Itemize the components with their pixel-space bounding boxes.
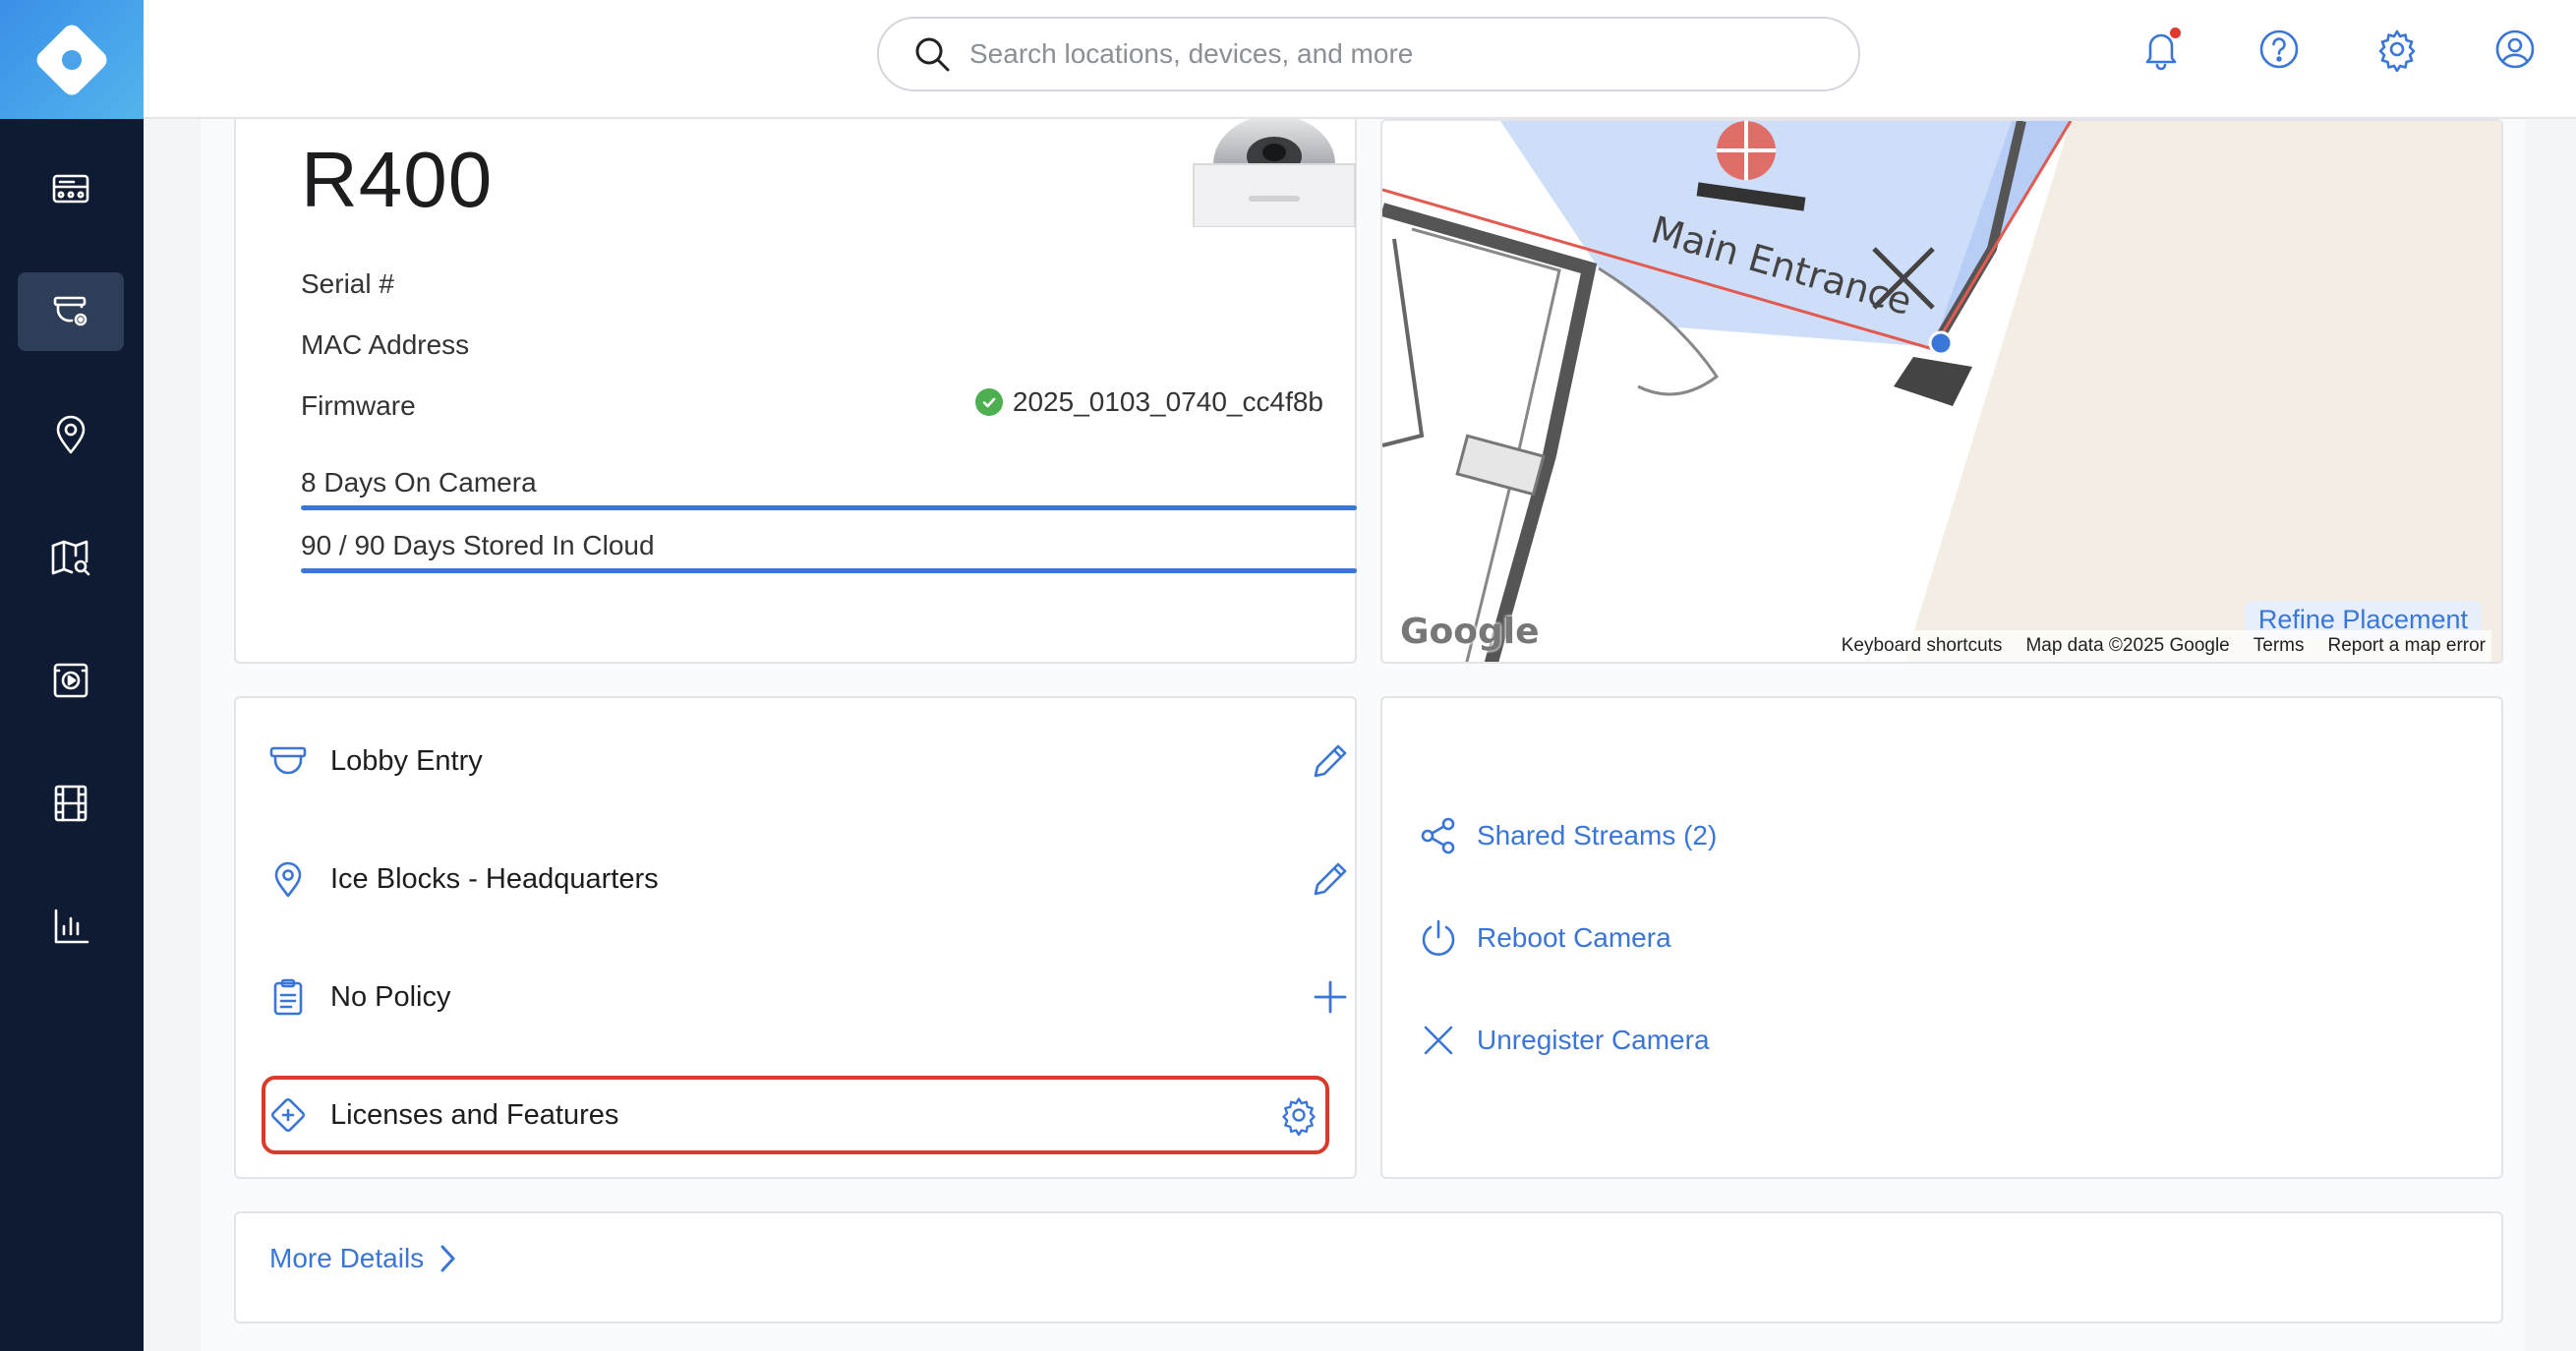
help-icon: [2259, 29, 2299, 69]
camera-policy-row: No Policy: [265, 958, 1357, 1036]
firmware-value: 2025_0103_0740_cc4f8b: [974, 386, 1323, 418]
share-icon: [1416, 813, 1461, 858]
terms-link[interactable]: Terms: [2254, 635, 2305, 657]
serial-label: Serial #: [301, 268, 394, 299]
storage-cloud-bar: [301, 568, 1357, 573]
nav-maps[interactable]: [18, 518, 124, 597]
camera-product-image: [1193, 119, 1356, 227]
storage-on-camera-fill: [301, 505, 1357, 510]
camera-dome-icon: [265, 738, 311, 784]
check-circle-icon: [974, 388, 1003, 416]
shared-streams-label: Shared Streams (2): [1477, 820, 1718, 851]
mac-label: MAC Address: [301, 329, 470, 360]
storage-on-camera-label: 8 Days On Camera: [301, 467, 537, 498]
camera-map[interactable]: Main Entrance Google Refine Placement Ke…: [1380, 119, 2503, 664]
storage-on-camera-bar: [301, 505, 1357, 510]
more-details-card: More Details: [234, 1211, 2503, 1323]
search-input[interactable]: [969, 38, 1815, 70]
location-pin-icon: [56, 415, 86, 454]
logo-icon: [36, 25, 107, 94]
camera-policy: No Policy: [330, 980, 451, 1013]
sidebar: [0, 0, 144, 1351]
map-footer: Keyboard shortcuts Map data ©2025 Google…: [1835, 630, 2491, 662]
dashboard-icon: [52, 174, 89, 204]
reboot-camera-action[interactable]: Reboot Camera: [1416, 909, 1671, 968]
top-bar: [144, 0, 2576, 119]
gear-icon: [1282, 1097, 1316, 1136]
keyboard-shortcuts-link[interactable]: Keyboard shortcuts: [1842, 635, 2003, 657]
licenses-features-row[interactable]: Licenses and Features: [262, 1076, 1329, 1154]
unregister-camera-action[interactable]: Unregister Camera: [1416, 1011, 1710, 1070]
google-logo: Google: [1400, 612, 1540, 652]
camera-location-row: Ice Blocks - Headquarters: [265, 840, 1357, 918]
camera-model: R400: [301, 136, 494, 223]
edit-camera-location-button[interactable]: [1308, 856, 1353, 902]
nav-cameras[interactable]: [18, 272, 124, 351]
pencil-icon: [1314, 862, 1347, 896]
plus-icon: [1314, 980, 1347, 1014]
firmware-label: Firmware: [301, 390, 416, 421]
camera-settings-icon: [53, 296, 88, 326]
power-icon: [1416, 915, 1461, 961]
edit-camera-name-button[interactable]: [1308, 738, 1353, 784]
nav-dashboards[interactable]: [18, 149, 124, 228]
account-button[interactable]: [2489, 24, 2541, 75]
camera-name: Lobby Entry: [330, 744, 483, 777]
camera-name-row: Lobby Entry: [265, 722, 1357, 800]
nav-archives[interactable]: [18, 764, 124, 843]
camera-actions-card: Shared Streams (2) Reboot Camera Unregis…: [1380, 696, 2503, 1179]
camera-location: Ice Blocks - Headquarters: [330, 862, 659, 895]
search-bar[interactable]: [877, 17, 1860, 91]
more-details-link[interactable]: More Details: [269, 1243, 459, 1274]
camera-info-card: R400 Serial # MAC Address Firmware 2025_…: [234, 119, 1357, 664]
more-details-label: More Details: [269, 1243, 425, 1273]
app-logo[interactable]: [0, 0, 144, 119]
user-avatar-icon: [2495, 29, 2535, 69]
nav-analytics[interactable]: [18, 887, 124, 966]
map-data-attribution: Map data ©2025 Google: [2025, 635, 2230, 656]
settings-button[interactable]: [2371, 24, 2423, 75]
unregister-camera-label: Unregister Camera: [1477, 1025, 1710, 1055]
nav-locations[interactable]: [18, 395, 124, 474]
add-policy-button[interactable]: [1308, 974, 1353, 1020]
map-search-icon: [51, 540, 90, 576]
storage-cloud-label: 90 / 90 Days Stored In Cloud: [301, 530, 655, 560]
nav-video-walls[interactable]: [18, 641, 124, 720]
help-button[interactable]: [2254, 24, 2305, 75]
storage-cloud-fill: [301, 568, 1357, 573]
report-map-error-link[interactable]: Report a map error: [2327, 635, 2486, 657]
location-pin-icon: [265, 856, 311, 902]
reboot-camera-label: Reboot Camera: [1477, 922, 1671, 953]
video-play-icon: [53, 663, 88, 698]
map-canvas: Main Entrance: [1382, 121, 2501, 662]
gear-icon: [2378, 29, 2416, 72]
search-icon: [915, 37, 950, 72]
camera-details-card: Lobby Entry Ice Blocks - Headquarters No…: [234, 696, 1357, 1179]
x-icon: [1416, 1018, 1461, 1063]
shared-streams-action[interactable]: Shared Streams (2): [1416, 806, 1717, 865]
notifications-button[interactable]: [2136, 24, 2187, 75]
licenses-settings-button[interactable]: [1276, 1092, 1321, 1138]
notification-badge: [2170, 28, 2181, 38]
film-icon: [54, 785, 88, 822]
chevron-right-icon: [440, 1245, 455, 1272]
firmware-version: 2025_0103_0740_cc4f8b: [1012, 386, 1323, 417]
bar-chart-icon: [54, 909, 89, 944]
licenses-features-label: Licenses and Features: [330, 1098, 619, 1131]
license-diamond-icon: [265, 1092, 311, 1138]
clipboard-icon: [265, 974, 311, 1020]
pencil-icon: [1314, 744, 1347, 778]
